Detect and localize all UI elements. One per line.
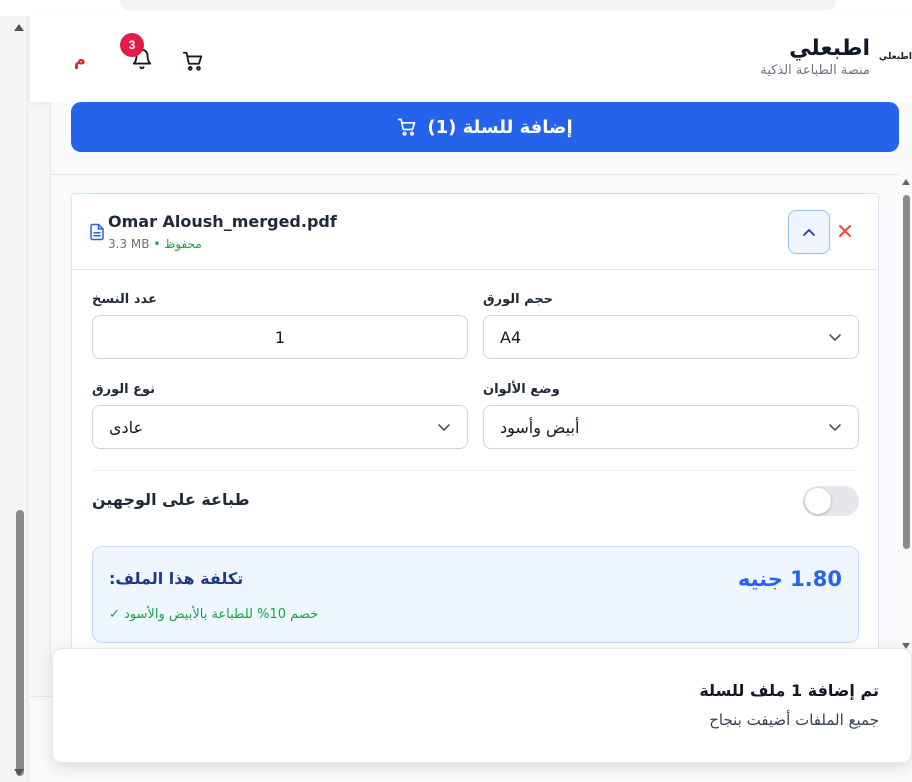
paper-size-select[interactable]: A4 [483, 315, 859, 359]
page-scrollbar[interactable] [0, 16, 28, 782]
add-to-cart-label: إضافة للسلة (1) [427, 116, 573, 138]
duplex-toggle[interactable] [803, 486, 859, 516]
chevron-down-icon [829, 424, 841, 431]
form-divider [92, 470, 858, 471]
scroll-up-arrow-icon[interactable] [14, 24, 24, 31]
duplex-label: طباعة على الوجهين [92, 490, 250, 509]
document-icon [90, 223, 104, 241]
file-status: محفوظ [164, 237, 202, 251]
color-mode-select[interactable]: أبيض وأسود [483, 405, 859, 449]
discount-note: خصم 10% للطباعة بالأبيض والأسود ✓ [109, 607, 319, 622]
brand-subtitle: منصة الطباعة الذكية [760, 63, 870, 78]
cart-icon [398, 118, 416, 136]
app-root: اطبعلي منصة الطباعة الذكية اطبعلي 3 م إض… [0, 0, 912, 782]
paper-type-value: عادى [109, 418, 144, 437]
file-size: 3.3 MB [108, 237, 150, 251]
chevron-down-icon [438, 424, 450, 431]
section-divider [50, 174, 900, 175]
toast-description: جميع الملفات أضيفت بنجاح [709, 711, 879, 729]
collapse-button[interactable] [788, 210, 830, 254]
cost-label: تكلفة هذا الملف: [109, 569, 244, 588]
file-header: Omar Aloush_merged.pdf 3.3 MB • محفوظ [72, 194, 878, 270]
copies-label: عدد النسخ [92, 292, 157, 307]
color-mode-value: أبيض وأسود [500, 418, 580, 437]
cost-value: 1.80 جنيه [737, 567, 842, 591]
notification-badge: 3 [120, 33, 144, 57]
close-icon[interactable] [836, 222, 854, 240]
color-mode-label: وضع الألوان [483, 382, 560, 397]
toast-notification[interactable]: تم إضافة 1 ملف للسلة جميع الملفات أضيفت … [52, 648, 912, 763]
scroll-down-arrow-icon[interactable] [14, 769, 24, 776]
paper-size-value: A4 [500, 328, 522, 347]
app-header: اطبعلي منصة الطباعة الذكية اطبعلي 3 م [30, 16, 912, 102]
file-name: Omar Aloush_merged.pdf [108, 212, 337, 231]
copies-value: 1 [274, 328, 286, 347]
toast-title: تم إضافة 1 ملف للسلة [699, 681, 879, 700]
chevron-down-icon [829, 334, 841, 341]
scroll-up-arrow-icon[interactable] [902, 179, 910, 185]
user-avatar[interactable]: م [74, 50, 86, 69]
paper-type-select[interactable]: عادى [92, 405, 468, 449]
card-scrollbar[interactable] [900, 175, 912, 651]
cart-icon[interactable] [182, 50, 204, 72]
add-to-cart-button[interactable]: إضافة للسلة (1) [71, 102, 899, 152]
brand-title: اطبعلي [789, 36, 870, 61]
scroll-thumb[interactable] [903, 195, 910, 549]
file-meta: 3.3 MB • محفوظ [108, 237, 202, 251]
chevron-up-icon [803, 229, 815, 236]
paper-type-label: نوع الورق [92, 382, 156, 397]
brand-logo: اطبعلي [878, 52, 912, 62]
scroll-thumb[interactable] [16, 510, 24, 776]
cost-summary: تكلفة هذا الملف: 1.80 جنيه خصم 10% للطبا… [92, 546, 859, 643]
brand[interactable]: اطبعلي منصة الطباعة الذكية [760, 36, 870, 78]
status-dot: • [153, 237, 165, 251]
paper-size-label: حجم الورق [483, 292, 554, 307]
toggle-knob [805, 488, 831, 514]
browser-toolbar [0, 0, 912, 16]
address-bar[interactable] [120, 0, 836, 10]
copies-input[interactable]: 1 [92, 315, 468, 359]
